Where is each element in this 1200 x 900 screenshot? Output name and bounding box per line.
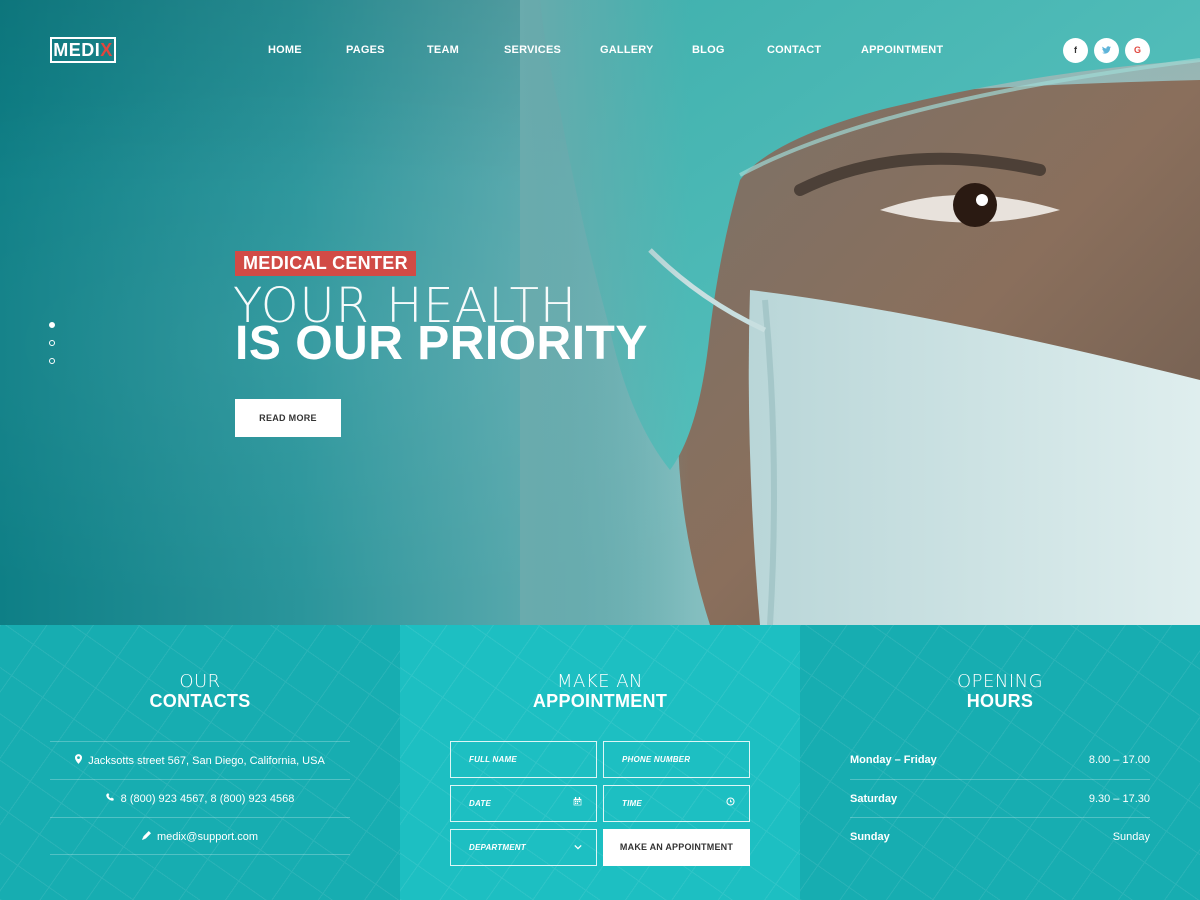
hours-day: Sunday: [850, 831, 890, 843]
read-more-button[interactable]: READ MORE: [235, 399, 341, 437]
phone-icon: [105, 780, 115, 818]
appointment-title-bold: APPOINTMENT: [532, 691, 668, 711]
chevron-down-icon: [574, 830, 582, 865]
social-links: f G: [1063, 38, 1150, 63]
clock-icon: [726, 786, 735, 821]
nav-blog[interactable]: BLOG: [692, 44, 725, 56]
time-field[interactable]: TIME: [603, 785, 750, 822]
pencil-icon: [141, 818, 151, 856]
department-placeholder: DEPARTMENT: [469, 843, 526, 852]
date-field[interactable]: DATE: [450, 785, 597, 822]
main-nav: HOME PAGES TEAM SERVICES GALLERY BLOG CO…: [0, 44, 1200, 58]
hero-section: MEDIX HOME PAGES TEAM SERVICES GALLERY B…: [0, 0, 1200, 625]
appointment-title-light: MAKE AN: [556, 671, 644, 692]
contacts-title-light: OUR: [179, 671, 221, 692]
slider-dot-2[interactable]: [49, 340, 55, 346]
contacts-panel: OUR CONTACTS Jacksotts street 567, San D…: [0, 625, 400, 900]
nav-team[interactable]: TEAM: [427, 44, 459, 56]
contacts-title: OUR CONTACTS: [0, 671, 400, 712]
make-appointment-button[interactable]: MAKE AN APPOINTMENT: [603, 829, 750, 866]
hours-title-light: OPENING: [956, 671, 1044, 692]
hours-row: Saturday 9.30 – 17.30: [850, 779, 1150, 817]
nav-pages[interactable]: PAGES: [346, 44, 385, 56]
google-icon[interactable]: G: [1125, 38, 1150, 63]
surgeon-hero-image: [520, 0, 1200, 625]
date-placeholder: DATE: [469, 799, 491, 808]
hours-title-bold: HOURS: [966, 691, 1034, 711]
nav-gallery[interactable]: GALLERY: [600, 44, 654, 56]
twitter-icon[interactable]: [1094, 38, 1119, 63]
nav-contact[interactable]: CONTACT: [767, 44, 821, 56]
nav-appointment[interactable]: APPOINTMENT: [861, 44, 943, 56]
hours-title: OPENING HOURS: [800, 671, 1200, 712]
contacts-title-bold: CONTACTS: [149, 691, 251, 711]
appointment-panel: MAKE AN APPOINTMENT FULL NAME PHONE NUMB…: [400, 625, 800, 900]
appointment-title: MAKE AN APPOINTMENT: [400, 671, 800, 712]
hero-badge: MEDICAL CENTER: [235, 251, 416, 276]
contact-phone-text: 8 (800) 923 4567, 8 (800) 923 4568: [120, 793, 295, 805]
full-name-field[interactable]: FULL NAME: [450, 741, 597, 778]
location-pin-icon: [75, 742, 83, 780]
hours-time: Sunday: [1112, 831, 1150, 843]
facebook-icon[interactable]: f: [1063, 38, 1088, 63]
contact-email: medix@support.com: [50, 817, 350, 855]
slider-dot-3[interactable]: [49, 358, 55, 364]
slider-dot-1[interactable]: [49, 322, 55, 328]
nav-services[interactable]: SERVICES: [504, 44, 561, 56]
hours-list: Monday – Friday 8.00 – 17.00 Saturday 9.…: [850, 741, 1150, 855]
contact-address: Jacksotts street 567, San Diego, Califor…: [50, 741, 350, 779]
phone-number-field[interactable]: PHONE NUMBER: [603, 741, 750, 778]
contact-list: Jacksotts street 567, San Diego, Califor…: [50, 741, 350, 855]
hours-day: Monday – Friday: [850, 754, 937, 766]
hours-row: Sunday Sunday: [850, 817, 1150, 855]
hours-time: 9.30 – 17.30: [1088, 793, 1150, 805]
contact-phone: 8 (800) 923 4567, 8 (800) 923 4568: [50, 779, 350, 817]
hours-time: 8.00 – 17.00: [1088, 754, 1150, 766]
slider-pagination: [49, 322, 55, 376]
time-placeholder: TIME: [622, 799, 642, 808]
contact-address-text: Jacksotts street 567, San Diego, Califor…: [88, 755, 325, 767]
hero-headline-bold: IS OUR PRIORITY: [235, 317, 648, 370]
nav-home[interactable]: HOME: [268, 44, 302, 56]
hours-row: Monday – Friday 8.00 – 17.00: [850, 741, 1150, 779]
hours-panel: OPENING HOURS Monday – Friday 8.00 – 17.…: [800, 625, 1200, 900]
department-select[interactable]: DEPARTMENT: [450, 829, 597, 866]
calendar-icon: [573, 786, 582, 821]
contact-email-text[interactable]: medix@support.com: [157, 831, 258, 843]
hours-day: Saturday: [850, 793, 898, 805]
